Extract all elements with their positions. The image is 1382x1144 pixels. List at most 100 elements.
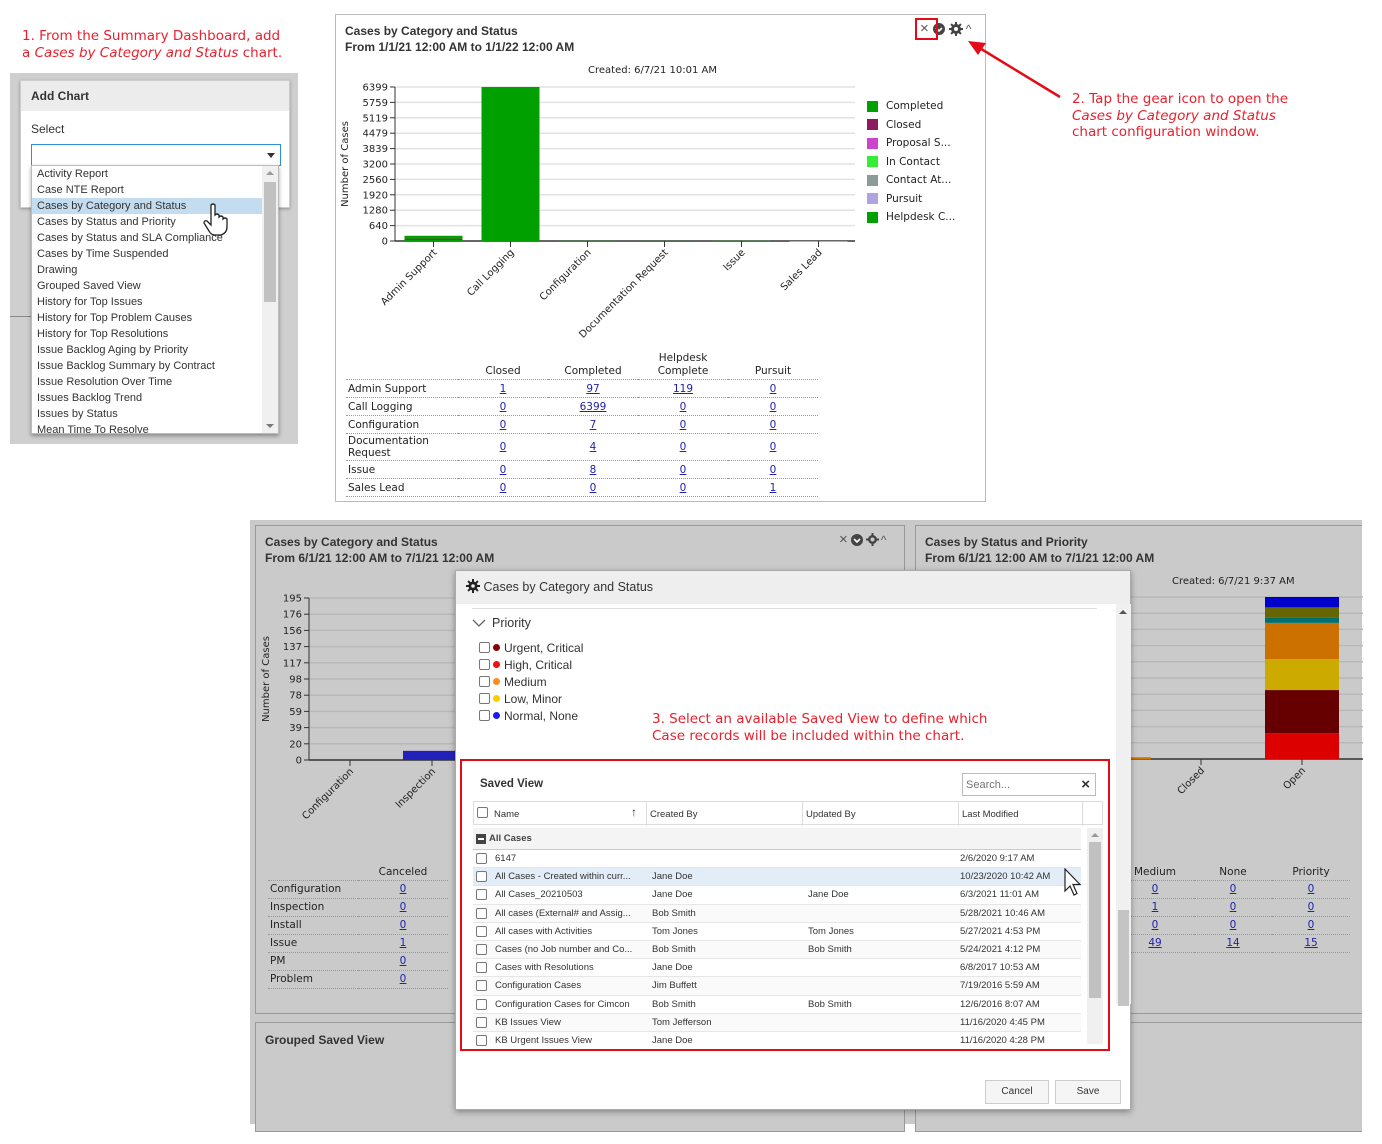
legend-item[interactable]: In Contact (867, 153, 955, 172)
saved-view-row[interactable]: Cases with Resolutions Jane Doe 6/8/2017 1… (473, 959, 1081, 978)
row-checkbox[interactable] (476, 1035, 487, 1046)
cell-link[interactable]: 0 (1230, 883, 1237, 895)
saved-view-row[interactable]: Configuration Cases for Cimcon Bob Smith B… (473, 995, 1081, 1014)
cell-link[interactable]: 14 (1226, 937, 1239, 949)
close-icon[interactable]: × (839, 531, 849, 548)
dropdown-option[interactable]: Activity Report (32, 166, 263, 182)
priority-option[interactable]: Urgent, Critical (479, 639, 583, 656)
saved-view-row[interactable]: Cases (no Job number and Co... Bob Smith B… (473, 941, 1081, 960)
cell-link[interactable]: 7 (590, 419, 597, 431)
grid-scrollbar[interactable] (1087, 828, 1103, 1044)
dropdown-option[interactable]: Grouped Saved View (32, 278, 263, 294)
group-row[interactable]: All Cases (473, 828, 1081, 850)
priority-checkbox[interactable] (479, 693, 490, 704)
cell-link[interactable]: 49 (1148, 937, 1161, 949)
clear-search-icon[interactable]: × (1081, 776, 1090, 793)
cell-link[interactable]: 0 (500, 464, 507, 476)
sort-ascending-icon[interactable]: ↑ (631, 805, 637, 819)
bar[interactable] (1265, 733, 1339, 759)
dropdown-option[interactable]: Issues by Status (32, 406, 263, 422)
priority-checkbox[interactable] (479, 642, 490, 653)
row-checkbox[interactable] (476, 871, 487, 883)
dropdown-option[interactable]: History for Top Issues (32, 294, 263, 310)
cell-link[interactable]: 0 (400, 901, 407, 913)
modal-scrollbar[interactable] (1116, 604, 1131, 1006)
bar[interactable] (404, 238, 463, 240)
saved-view-row[interactable]: 6147 2/6/2020 9:17 AM (473, 850, 1081, 869)
cell-link[interactable]: 0 (400, 883, 407, 895)
save-button[interactable]: Save (1055, 1080, 1121, 1104)
cell-link[interactable]: 1 (1152, 901, 1159, 913)
cell-link[interactable]: 0 (770, 419, 777, 431)
cell-link[interactable]: 0 (500, 441, 507, 453)
scrollbar[interactable] (262, 166, 278, 433)
cancel-button[interactable]: Cancel (985, 1080, 1049, 1104)
cell-link[interactable]: 8 (590, 464, 597, 476)
scroll-up-icon[interactable] (266, 171, 274, 175)
row-checkbox[interactable] (476, 853, 487, 864)
bar[interactable] (404, 235, 463, 239)
cell-link[interactable]: 4 (590, 441, 597, 453)
cell-link[interactable]: 119 (673, 383, 693, 395)
saved-view-row[interactable]: All Cases - Created within curr... Jane D… (473, 868, 1081, 887)
cell-link[interactable]: 0 (1308, 919, 1315, 931)
cell-link[interactable]: 6399 (580, 401, 607, 413)
cell-link[interactable]: 0 (590, 482, 597, 494)
scrollbar-thumb[interactable] (264, 182, 276, 302)
bar[interactable] (1265, 597, 1339, 608)
legend-item[interactable]: Pursuit (867, 190, 955, 209)
row-checkbox[interactable] (476, 962, 487, 974)
dropdown-option[interactable]: Mean Time To Resolve (32, 422, 263, 433)
dropdown-option[interactable]: Issue Backlog Aging by Priority (32, 342, 263, 358)
search-input[interactable] (963, 774, 1073, 795)
priority-option[interactable]: Medium (479, 673, 583, 690)
bar[interactable] (1265, 607, 1339, 618)
scroll-up-icon[interactable] (1091, 833, 1099, 837)
dropdown-option[interactable]: History for Top Problem Causes (32, 310, 263, 326)
bar[interactable] (1265, 659, 1339, 691)
chart-type-select[interactable] (31, 144, 281, 166)
cell-link[interactable]: 15 (1304, 937, 1317, 949)
priority-option[interactable]: Low, Minor (479, 690, 583, 707)
cell-link[interactable]: 0 (500, 419, 507, 431)
scroll-down-icon[interactable] (266, 424, 274, 428)
cell-link[interactable]: 1 (770, 482, 777, 494)
cell-link[interactable]: 0 (680, 419, 687, 431)
bar[interactable] (1265, 690, 1339, 734)
saved-view-row[interactable]: Configuration Cases Jim Buffett 7/19/2016 … (473, 977, 1081, 996)
cell-link[interactable]: 0 (400, 955, 407, 967)
bar[interactable] (1265, 622, 1339, 660)
column-header-updated-by[interactable]: Updated By (806, 809, 856, 820)
row-checkbox[interactable] (476, 907, 487, 919)
cell-link[interactable]: 0 (770, 401, 777, 413)
cell-link[interactable]: 97 (586, 383, 599, 395)
collapse-group-icon[interactable] (476, 834, 486, 844)
row-checkbox[interactable] (476, 944, 487, 955)
row-checkbox[interactable] (476, 1016, 487, 1028)
cell-link[interactable]: 0 (500, 482, 507, 494)
bar[interactable] (403, 750, 461, 760)
collapse-icon[interactable]: ^ (966, 22, 973, 36)
scrollbar-thumb[interactable] (1118, 910, 1129, 1006)
saved-view-row[interactable]: All cases with Activities Tom Jones Tom Jo… (473, 922, 1081, 941)
cell-link[interactable]: 0 (770, 441, 777, 453)
scroll-up-icon[interactable] (1119, 610, 1127, 614)
dropdown-option[interactable]: Issues Backlog Trend (32, 390, 263, 406)
priority-option[interactable]: Normal, None (479, 707, 583, 724)
cell-link[interactable]: 0 (680, 464, 687, 476)
cell-link[interactable]: 0 (1308, 883, 1315, 895)
cell-link[interactable]: 0 (770, 383, 777, 395)
legend-item[interactable]: Completed (867, 97, 955, 116)
bar[interactable] (1265, 617, 1339, 623)
column-header-name[interactable]: Name (494, 809, 519, 820)
bar[interactable] (1131, 757, 1151, 760)
gear-icon[interactable] (865, 532, 880, 547)
bar[interactable] (481, 87, 540, 241)
dropdown-option[interactable]: Issue Resolution Over Time (32, 374, 263, 390)
priority-option[interactable]: High, Critical (479, 656, 583, 673)
cell-link[interactable]: 0 (400, 973, 407, 985)
column-header-created-by[interactable]: Created By (650, 809, 698, 820)
row-checkbox[interactable] (476, 998, 487, 1010)
column-header-last-modified[interactable]: Last Modified (962, 809, 1019, 820)
dropdown-option[interactable]: Drawing (32, 262, 263, 278)
